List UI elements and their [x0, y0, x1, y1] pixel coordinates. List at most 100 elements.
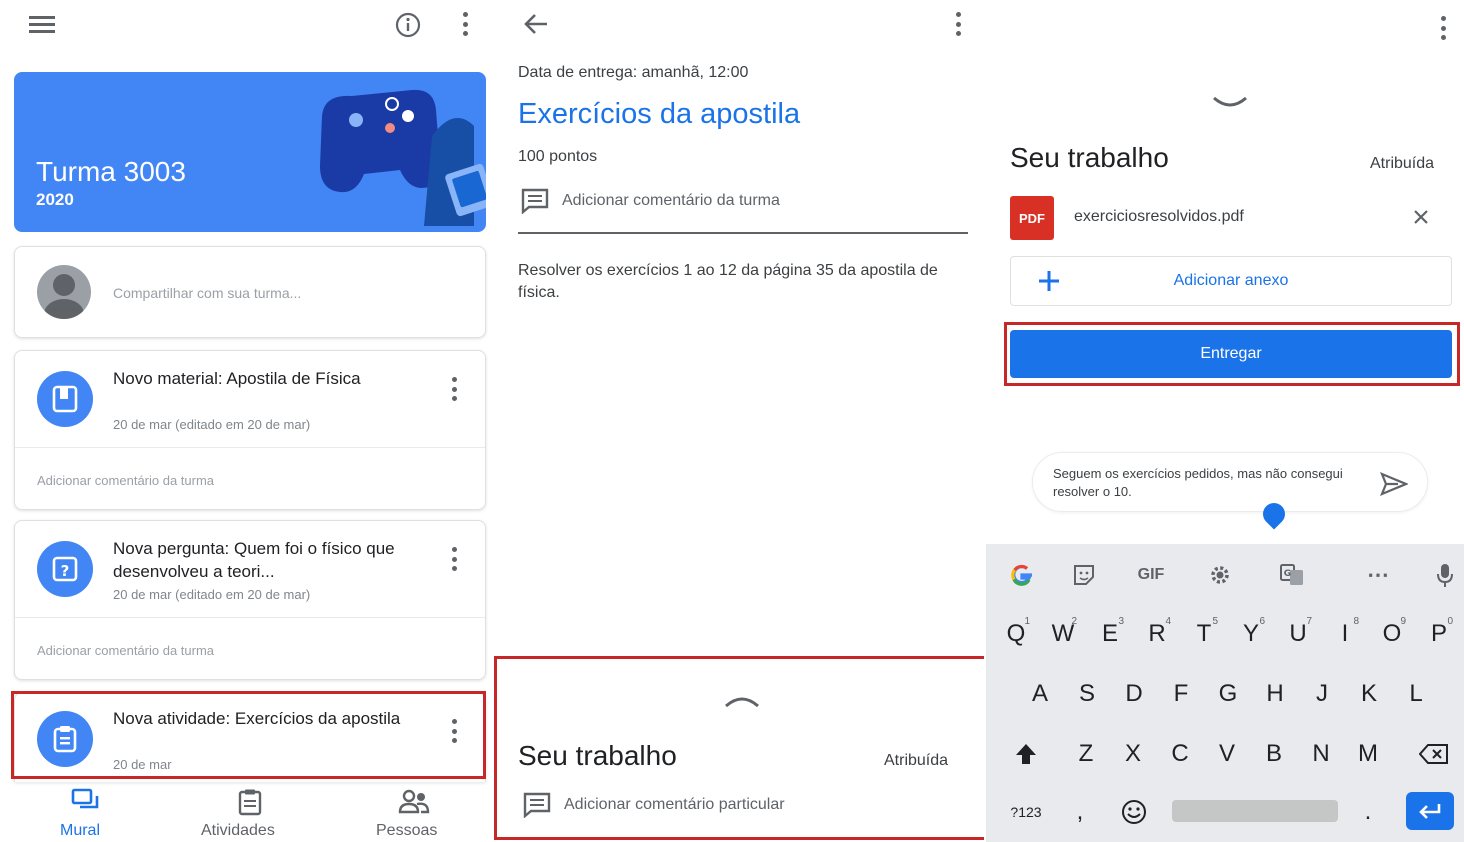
add-class-comment[interactable]: Adicionar comentário da turma — [37, 473, 214, 488]
add-class-comment[interactable]: Adicionar comentário da turma — [562, 192, 780, 210]
send-icon[interactable] — [1379, 471, 1409, 497]
key-v[interactable]: V — [1207, 730, 1247, 778]
highlight-box — [11, 691, 486, 779]
more-vert-icon[interactable] — [1440, 16, 1446, 40]
key-hint: 9 — [1400, 616, 1406, 627]
post-card-material[interactable]: Novo material: Apostila de Física 20 de … — [14, 350, 486, 510]
space-key[interactable] — [1172, 800, 1338, 822]
more-vert-icon[interactable] — [451, 547, 457, 571]
comment-text[interactable]: Seguem os exercícios pedidos, mas não co… — [1053, 465, 1353, 501]
key-label: A — [1031, 680, 1048, 707]
symbols-key[interactable]: ?123 — [1004, 788, 1048, 836]
key-label: I — [1341, 620, 1349, 647]
key-d[interactable]: D — [1114, 670, 1154, 718]
key-label: Q — [1006, 620, 1026, 647]
more-vert-icon[interactable] — [462, 12, 468, 36]
back-arrow-icon[interactable] — [522, 12, 550, 36]
key-q[interactable]: Q1 — [996, 610, 1036, 658]
comma-key[interactable]: , — [1066, 788, 1094, 836]
key-u[interactable]: U7 — [1278, 610, 1318, 658]
share-input[interactable]: Compartilhar com sua turma... — [113, 285, 301, 301]
key-label: B — [1265, 740, 1282, 767]
private-comment-input[interactable]: Seguem os exercícios pedidos, mas não co… — [1032, 452, 1428, 530]
menu-icon[interactable] — [28, 12, 56, 36]
key-label: G — [1218, 680, 1238, 707]
shift-key[interactable] — [1006, 730, 1046, 778]
settings-gear-icon[interactable] — [1202, 558, 1238, 592]
sticker-icon[interactable] — [1066, 558, 1102, 592]
key-x[interactable]: X — [1113, 730, 1153, 778]
nav-mural[interactable] — [16, 788, 156, 819]
stream-icon — [71, 788, 99, 809]
translate-icon[interactable]: G — [1274, 558, 1310, 592]
more-vert-icon[interactable] — [451, 377, 457, 401]
add-attachment-label: Adicionar anexo — [1173, 272, 1289, 289]
key-hint: 1 — [1024, 616, 1030, 627]
key-hint: 3 — [1118, 616, 1124, 627]
class-banner[interactable]: Turma 3003 2020 — [14, 72, 486, 232]
key-j[interactable]: J — [1302, 670, 1342, 718]
highlight-box — [494, 656, 984, 840]
key-label: R — [1148, 620, 1166, 647]
key-w[interactable]: W2 — [1043, 610, 1083, 658]
classwork-icon — [238, 789, 262, 816]
key-o[interactable]: O9 — [1372, 610, 1412, 658]
chevron-down-icon[interactable] — [1212, 96, 1248, 110]
key-h[interactable]: H — [1255, 670, 1295, 718]
class-stream-screen: Turma 3003 2020 Compartilhar com sua tur… — [0, 0, 490, 842]
more-horiz-icon[interactable]: ⋯ — [1358, 558, 1398, 592]
key-hint: 5 — [1212, 616, 1218, 627]
google-icon[interactable] — [1002, 558, 1042, 592]
gamepad-illustration — [320, 89, 486, 226]
key-r[interactable]: R4 — [1137, 610, 1177, 658]
svg-text:G: G — [1284, 569, 1291, 579]
key-p[interactable]: P0 — [1419, 610, 1459, 658]
nav-pessoas[interactable] — [344, 788, 484, 821]
key-label: L — [1409, 680, 1423, 707]
info-icon[interactable] — [394, 11, 422, 39]
people-icon — [398, 789, 430, 814]
key-a[interactable]: A — [1020, 670, 1060, 718]
key-c[interactable]: C — [1160, 730, 1200, 778]
close-icon[interactable] — [1410, 206, 1432, 228]
key-t[interactable]: T5 — [1184, 610, 1224, 658]
more-vert-icon[interactable] — [955, 12, 961, 36]
period-key[interactable]: . — [1356, 788, 1380, 836]
post-title: Novo material: Apostila de Física — [113, 369, 361, 388]
key-hint: 0 — [1447, 616, 1453, 627]
key-l[interactable]: L — [1396, 670, 1436, 718]
share-card[interactable]: Compartilhar com sua turma... — [14, 246, 486, 338]
key-z[interactable]: Z — [1066, 730, 1106, 778]
key-i[interactable]: I8 — [1325, 610, 1365, 658]
key-label: F — [1173, 680, 1189, 707]
post-date: 20 de mar (editado em 20 de mar) — [113, 587, 311, 602]
key-label: S — [1078, 680, 1095, 707]
svg-text:?: ? — [61, 562, 70, 580]
microphone-icon[interactable] — [1430, 558, 1460, 592]
backspace-key[interactable] — [1414, 730, 1454, 778]
due-date: Data de entrega: amanhã, 12:00 — [518, 64, 749, 81]
key-b[interactable]: B — [1254, 730, 1294, 778]
post-card-question[interactable]: ? Nova pergunta: Quem foi o físico que d… — [14, 520, 486, 680]
key-e[interactable]: E3 — [1090, 610, 1130, 658]
key-n[interactable]: N — [1301, 730, 1341, 778]
add-attachment-button[interactable]: Adicionar anexo — [1010, 256, 1452, 306]
key-m[interactable]: M — [1348, 730, 1388, 778]
key-label: T — [1196, 620, 1212, 647]
key-label: D — [1125, 680, 1143, 707]
key-s[interactable]: S — [1067, 670, 1107, 718]
post-title: Nova pergunta: Quem foi o físico que des… — [113, 539, 395, 581]
gif-button[interactable]: GIF — [1126, 558, 1176, 592]
key-g[interactable]: G — [1208, 670, 1248, 718]
key-label: M — [1358, 740, 1378, 767]
key-f[interactable]: F — [1161, 670, 1201, 718]
keyboard: GIF G ⋯ Q1W2E3R4T5Y6U7I8O9P0 ASDFGHJKL Z… — [986, 544, 1464, 842]
assignment-detail-screen: Data de entrega: amanhã, 12:00 Exercício… — [492, 0, 984, 842]
emoji-icon[interactable] — [1114, 788, 1154, 836]
attached-file-name[interactable]: exerciciosresolvidos.pdf — [1074, 208, 1244, 226]
add-class-comment[interactable]: Adicionar comentário da turma — [37, 643, 214, 658]
key-y[interactable]: Y6 — [1231, 610, 1271, 658]
enter-key[interactable] — [1406, 792, 1454, 830]
key-k[interactable]: K — [1349, 670, 1389, 718]
nav-atividades[interactable] — [180, 788, 320, 821]
